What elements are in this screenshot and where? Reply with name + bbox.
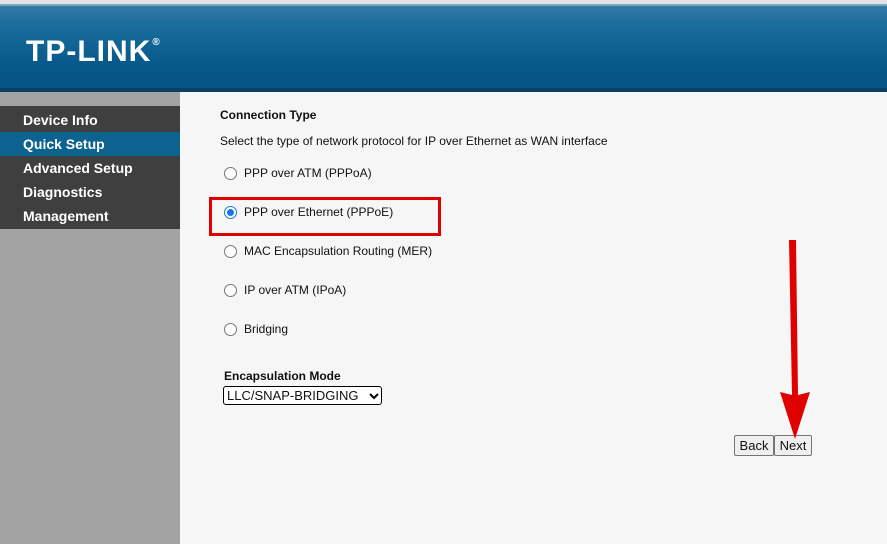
- tp-link-logo: TP-LINK®: [26, 35, 161, 69]
- header-banner: TP-LINK®: [0, 0, 887, 92]
- main-content: Connection Type Select the type of netwo…: [180, 92, 887, 544]
- logo-text: TP-LINK: [26, 35, 152, 68]
- red-arrow-icon: [780, 240, 810, 439]
- sidebar-item-quick-setup[interactable]: Quick Setup: [0, 132, 180, 156]
- sidebar-item-management[interactable]: Management: [0, 204, 180, 228]
- sidebar-item-advanced-setup[interactable]: Advanced Setup: [0, 156, 180, 180]
- header-top-line: [0, 4, 887, 6]
- sidebar-nav: Device Info Quick Setup Advanced Setup D…: [0, 106, 180, 229]
- logo-registered-mark: ®: [152, 37, 161, 48]
- sidebar: Device Info Quick Setup Advanced Setup D…: [0, 92, 180, 544]
- sidebar-item-device-info[interactable]: Device Info: [0, 108, 180, 132]
- sidebar-item-diagnostics[interactable]: Diagnostics: [0, 180, 180, 204]
